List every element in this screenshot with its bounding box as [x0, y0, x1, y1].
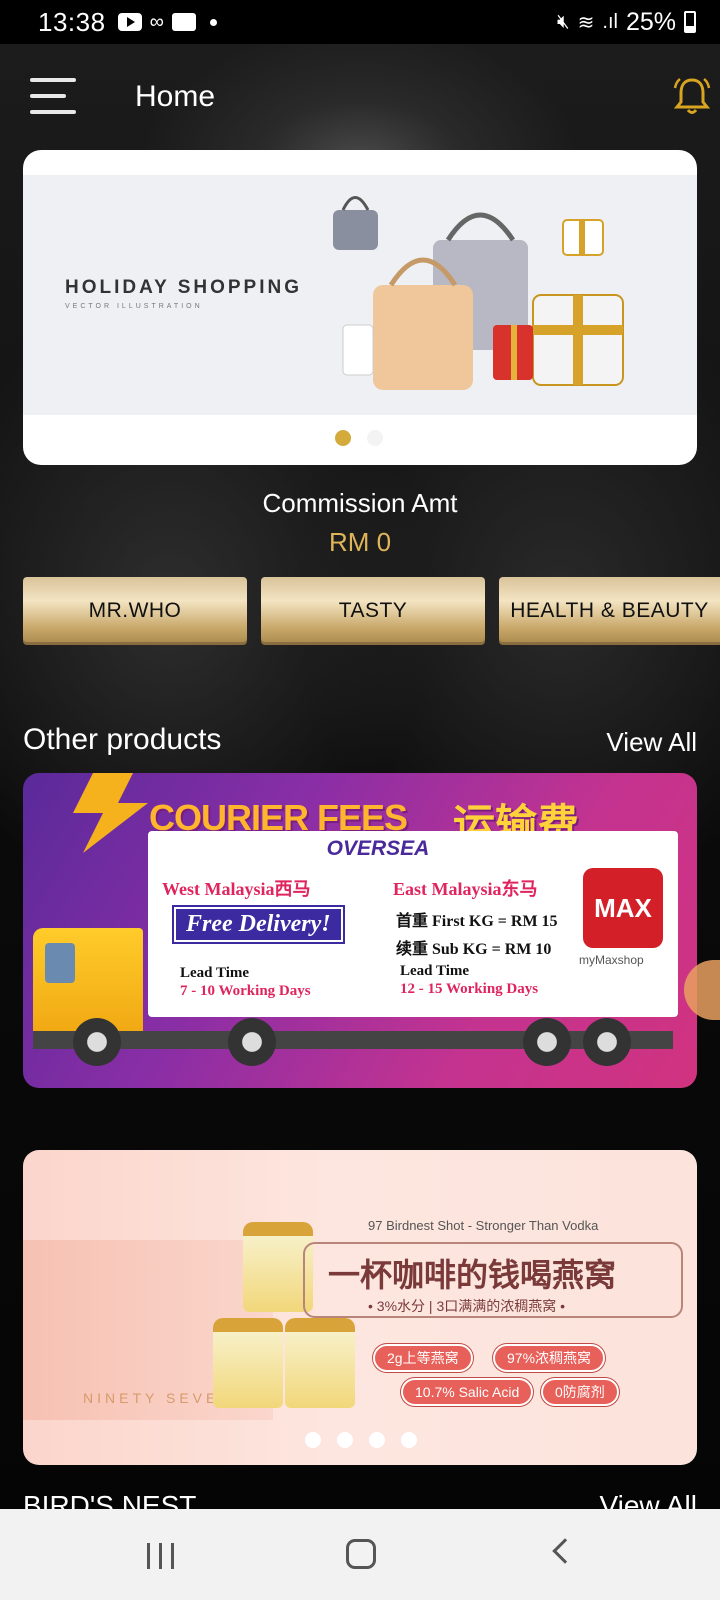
- pagination-dot[interactable]: [401, 1432, 417, 1448]
- pagination-dot-active[interactable]: [305, 1432, 321, 1448]
- truck-chassis: [33, 1031, 673, 1049]
- recent-apps-icon[interactable]: [147, 1543, 175, 1569]
- box-brand-text: NINETY SEVEN: [83, 1390, 234, 1406]
- wifi-icon: ≋: [577, 11, 595, 34]
- feature-pill: 97%浓稠燕窝: [493, 1344, 606, 1372]
- commission-value: RM 0: [328, 527, 392, 557]
- sub-kg-rate: 续重 Sub KG = RM 10: [396, 941, 552, 958]
- section-title-other-products: Other products: [23, 723, 222, 756]
- banner-pagination: [335, 430, 383, 446]
- birdnest-promo-carousel[interactable]: NINETY SEVEN 97 Birdnest Shot - Stronger…: [23, 1150, 697, 1465]
- video-icon: [171, 13, 196, 31]
- truck-wheel: [228, 1018, 276, 1066]
- banner-subheading: VECTOR ILLUSTRATION: [65, 303, 203, 310]
- truck-window: [45, 943, 75, 983]
- system-nav-bar: [0, 1509, 720, 1600]
- free-delivery-badge: Free Delivery!: [174, 907, 343, 942]
- link-icon: ∞: [149, 10, 164, 33]
- birdnest-jar: [285, 1318, 355, 1408]
- battery-icon: [684, 11, 696, 33]
- banner-heading: HOLIDAY SHOPPING: [65, 277, 302, 298]
- status-time: 13:38: [38, 6, 106, 37]
- bell-icon[interactable]: [670, 74, 714, 118]
- notification-dot-icon: [209, 18, 217, 26]
- west-malaysia-label: West Malaysia西马: [162, 879, 311, 899]
- menu-icon[interactable]: [30, 78, 76, 114]
- birdnest-headline: 一杯咖啡的钱喝燕窝: [328, 1257, 617, 1293]
- pagination-dot-active[interactable]: [335, 430, 351, 446]
- first-kg-rate: 首重 First KG = RM 15: [396, 913, 558, 930]
- truck-wheel: [523, 1018, 571, 1066]
- back-icon[interactable]: [552, 1538, 578, 1564]
- max-shop-logo: MAX: [583, 868, 663, 948]
- birdnest-tagline: 97 Birdnest Shot - Stronger Than Vodka: [368, 1218, 599, 1233]
- east-malaysia-label: East Malaysia东马: [393, 879, 538, 899]
- birdnest-subline: • 3%水分 | 3口满满的浓稠燕窝 •: [368, 1298, 566, 1314]
- mute-icon: 🔇︎: [557, 10, 570, 33]
- app-header: Home: [0, 60, 720, 140]
- truck-wheel: [583, 1018, 631, 1066]
- hero-banner[interactable]: HOLIDAY SHOPPING VECTOR ILLUSTRATION: [23, 150, 697, 465]
- view-all-other-products-link[interactable]: View All: [606, 727, 697, 758]
- page-title: Home: [135, 80, 216, 113]
- category-button-tasty[interactable]: TASTY: [261, 577, 485, 645]
- feature-pill: 0防腐剂: [541, 1378, 619, 1406]
- youtube-icon: [117, 13, 142, 31]
- status-bar: 13:38 ∞ 🔇︎ ≋ .ıl 25%: [0, 0, 720, 44]
- west-lead-time-label: Lead Time: [180, 965, 250, 981]
- pagination-dot[interactable]: [367, 430, 383, 446]
- lightning-bolt-icon: [73, 773, 148, 853]
- category-button-health-beauty[interactable]: HEALTH & BEAUTY: [499, 577, 720, 645]
- oversea-label: OVERSEA: [326, 837, 430, 860]
- category-button-mrwho[interactable]: MR.WHO: [23, 577, 247, 645]
- max-shop-caption: myMaxshop: [579, 953, 644, 967]
- truck-wheel: [73, 1018, 121, 1066]
- birdnest-jar: [213, 1318, 283, 1408]
- home-icon[interactable]: [346, 1539, 376, 1569]
- west-lead-time: 7 - 10 Working Days: [180, 983, 311, 999]
- pagination-dot[interactable]: [369, 1432, 385, 1448]
- banner-image: HOLIDAY SHOPPING VECTOR ILLUSTRATION: [23, 175, 697, 415]
- signal-icon: .ıl: [602, 10, 618, 33]
- pagination-dot[interactable]: [337, 1432, 353, 1448]
- feature-pill: 10.7% Salic Acid: [401, 1378, 534, 1406]
- shopping-bags-illustration: [333, 196, 624, 390]
- courier-fees-promo[interactable]: COURIER FEES 运输费 OVERSEA West Malaysia西马…: [23, 773, 697, 1088]
- battery-percent: 25%: [625, 7, 676, 36]
- east-lead-time: 12 - 15 Working Days: [400, 981, 539, 997]
- birdnest-pagination: [305, 1432, 417, 1448]
- commission-label: Commission Amt: [262, 488, 458, 518]
- east-lead-time-label: Lead Time: [400, 963, 470, 979]
- feature-pill: 2g上等燕窝: [373, 1344, 473, 1372]
